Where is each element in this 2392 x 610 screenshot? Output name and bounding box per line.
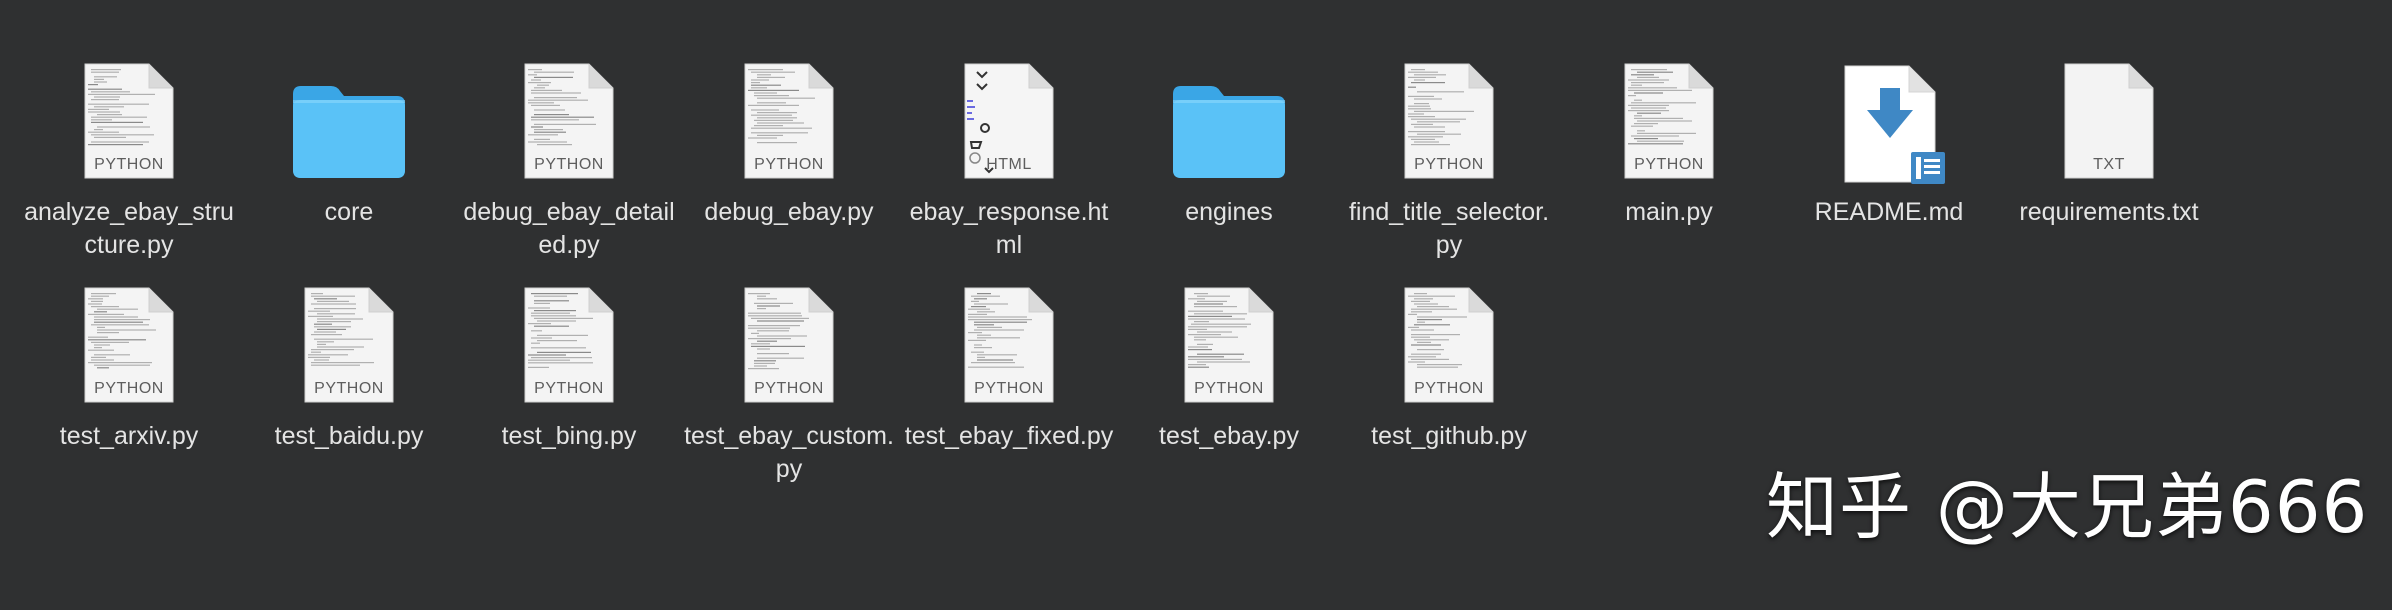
- python-file-icon[interactable]: PYTHON: [1383, 48, 1515, 180]
- folder-item[interactable]: engines: [1119, 48, 1339, 229]
- file-item[interactable]: TXT requirements.txt: [1999, 48, 2219, 229]
- file-name[interactable]: test_ebay_fixed.py: [903, 420, 1115, 453]
- file-kind-label: PYTHON: [94, 156, 164, 173]
- python-file-icon[interactable]: PYTHON: [723, 272, 855, 404]
- file-kind-label: PYTHON: [534, 380, 604, 397]
- file-kind-label: TXT: [2093, 156, 2125, 173]
- file-kind-label: PYTHON: [754, 156, 824, 173]
- watermark: 知乎 @大兄弟666: [1766, 465, 2369, 549]
- file-kind-label: PYTHON: [1414, 156, 1484, 173]
- file-item[interactable]: PYTHON test_ebay.py: [1119, 272, 1339, 453]
- file-item[interactable]: README.md: [1779, 48, 1999, 229]
- python-file-icon[interactable]: PYTHON: [283, 272, 415, 404]
- file-name[interactable]: engines: [1123, 196, 1335, 229]
- python-file-icon[interactable]: PYTHON: [1603, 48, 1735, 180]
- file-kind-label: HTML: [986, 156, 1032, 173]
- python-file-icon[interactable]: PYTHON: [503, 48, 635, 180]
- file-name[interactable]: test_baidu.py: [243, 420, 455, 453]
- folder-item[interactable]: core: [239, 48, 459, 229]
- file-item[interactable]: PYTHON test_arxiv.py: [19, 272, 239, 453]
- python-file-icon[interactable]: PYTHON: [63, 272, 195, 404]
- file-item[interactable]: PYTHON test_baidu.py: [239, 272, 459, 453]
- file-name[interactable]: test_arxiv.py: [23, 420, 235, 453]
- file-name[interactable]: main.py: [1563, 196, 1775, 229]
- file-item[interactable]: PYTHON find_title_selector.py: [1339, 48, 1559, 262]
- file-item[interactable]: HTML ebay_response.html: [899, 48, 1119, 262]
- file-kind-label: PYTHON: [974, 380, 1044, 397]
- file-name[interactable]: README.md: [1783, 196, 1995, 229]
- file-name[interactable]: debug_ebay.py: [683, 196, 895, 229]
- file-kind-label: PYTHON: [1194, 380, 1264, 397]
- markdown-file-icon[interactable]: [1823, 48, 1955, 184]
- folder-icon[interactable]: [283, 48, 415, 180]
- file-name[interactable]: find_title_selector.py: [1343, 196, 1555, 262]
- python-file-icon[interactable]: PYTHON: [503, 272, 635, 404]
- file-item[interactable]: PYTHON test_ebay_fixed.py: [899, 272, 1119, 453]
- python-file-icon[interactable]: PYTHON: [1163, 272, 1295, 404]
- folder-icon[interactable]: [1163, 48, 1295, 180]
- python-file-icon[interactable]: PYTHON: [723, 48, 855, 180]
- file-name[interactable]: core: [243, 196, 455, 229]
- python-file-icon[interactable]: PYTHON: [1383, 272, 1515, 404]
- file-kind-label: PYTHON: [1414, 380, 1484, 397]
- file-item[interactable]: PYTHON main.py: [1559, 48, 1779, 229]
- python-file-icon[interactable]: PYTHON: [943, 272, 1075, 404]
- file-name[interactable]: requirements.txt: [2003, 196, 2215, 229]
- file-name[interactable]: test_bing.py: [463, 420, 675, 453]
- file-kind-label: PYTHON: [534, 156, 604, 173]
- file-name[interactable]: test_ebay_custom.py: [683, 420, 895, 486]
- file-item[interactable]: PYTHON test_ebay_custom.py: [679, 272, 899, 486]
- file-name[interactable]: analyze_ebay_structure.py: [23, 196, 235, 262]
- file-name[interactable]: test_github.py: [1343, 420, 1555, 453]
- html-file-icon[interactable]: HTML: [943, 48, 1075, 180]
- file-item[interactable]: PYTHON debug_ebay_detailed.py: [459, 48, 679, 262]
- file-name[interactable]: debug_ebay_detailed.py: [463, 196, 675, 262]
- file-kind-label: PYTHON: [1634, 156, 1704, 173]
- python-file-icon[interactable]: PYTHON: [63, 48, 195, 180]
- file-kind-label: PYTHON: [94, 380, 164, 397]
- file-name[interactable]: test_ebay.py: [1123, 420, 1335, 453]
- file-item[interactable]: PYTHON debug_ebay.py: [679, 48, 899, 229]
- text-file-icon[interactable]: TXT: [2043, 48, 2175, 180]
- file-item[interactable]: PYTHON test_bing.py: [459, 272, 679, 453]
- file-name[interactable]: ebay_response.html: [903, 196, 1115, 262]
- file-item[interactable]: PYTHON analyze_ebay_structure.py: [19, 48, 239, 262]
- file-kind-label: PYTHON: [314, 380, 384, 397]
- file-kind-label: PYTHON: [754, 380, 824, 397]
- file-item[interactable]: PYTHON test_github.py: [1339, 272, 1559, 453]
